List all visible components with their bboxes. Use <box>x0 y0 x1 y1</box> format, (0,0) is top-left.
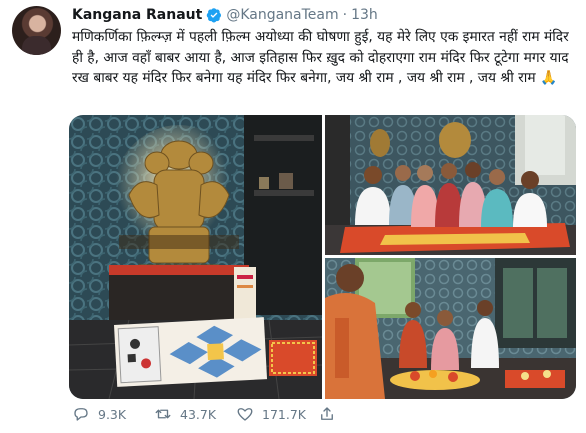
photo-idol-image <box>69 115 322 399</box>
reply-icon <box>74 408 88 421</box>
retweet-button[interactable]: 43.7K <box>154 405 236 423</box>
heart-icon <box>237 408 253 421</box>
avatar[interactable] <box>12 6 61 55</box>
photo-pooja-ceremony[interactable] <box>325 258 576 399</box>
tweet-text: मणिकर्णिका फ़िल्म्ज़ में पहली फ़िल्म अयो… <box>72 29 569 86</box>
verified-badge-icon <box>207 8 222 23</box>
like-button[interactable]: 171.7K <box>236 405 318 423</box>
separator-dot: · <box>342 7 348 23</box>
photo-group-seated[interactable] <box>325 115 576 255</box>
tweet-actions: 9.3K 43.7K 171.7K <box>72 405 358 423</box>
photo-idol[interactable] <box>69 115 322 399</box>
tweet-header: Kangana Ranaut @KanganaTeam · 13h <box>72 5 577 25</box>
share-button[interactable] <box>318 405 358 423</box>
share-icon <box>321 407 333 420</box>
reply-count: 9.3K <box>98 406 127 422</box>
like-count: 171.7K <box>262 406 306 422</box>
timestamp[interactable]: 13h <box>351 7 378 23</box>
photo-pooja-ceremony-image <box>325 258 576 399</box>
retweet-icon <box>155 409 171 419</box>
reply-button[interactable]: 9.3K <box>72 405 154 423</box>
tweet-content: Kangana Ranaut @KanganaTeam · 13h मणिकर्… <box>72 5 577 89</box>
author-name[interactable]: Kangana Ranaut <box>72 7 202 23</box>
photo-group-seated-image <box>325 115 576 255</box>
retweet-count: 43.7K <box>180 406 217 422</box>
media-grid <box>69 115 576 399</box>
author-handle[interactable]: @KanganaTeam <box>226 7 338 23</box>
